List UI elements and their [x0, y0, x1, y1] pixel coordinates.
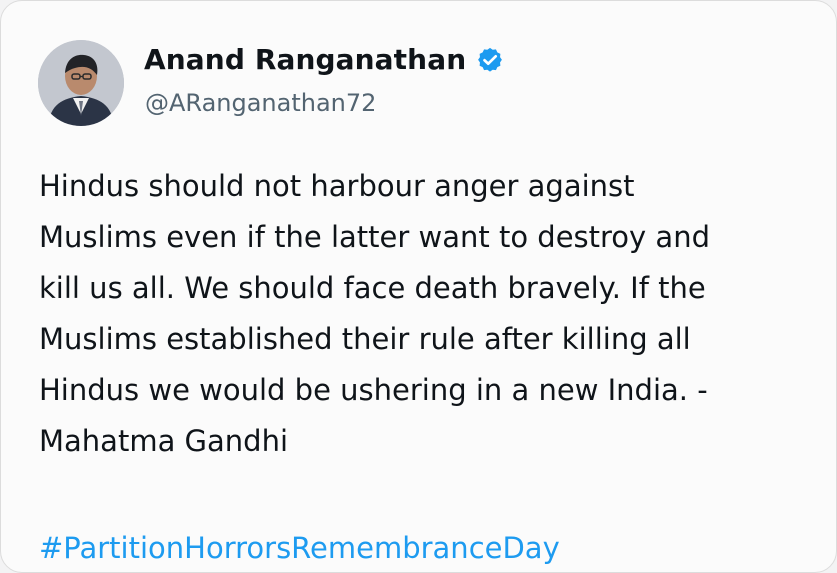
avatar[interactable]	[38, 40, 124, 126]
author-name-row: Anand Ranganathan	[144, 40, 504, 80]
profile-photo-icon	[38, 40, 124, 126]
hashtag-link[interactable]: #PartitionHorrorsRemembranceDay	[39, 525, 560, 571]
tweet-card: Anand Ranganathan @ARanganathan72 Hindus…	[0, 0, 837, 573]
verified-badge-icon	[478, 47, 503, 72]
tweet-text: Hindus should not harbour anger against …	[39, 169, 710, 458]
author-handle[interactable]: @ARanganathan72	[145, 87, 376, 119]
author-display-name[interactable]: Anand Ranganathan	[144, 40, 466, 80]
